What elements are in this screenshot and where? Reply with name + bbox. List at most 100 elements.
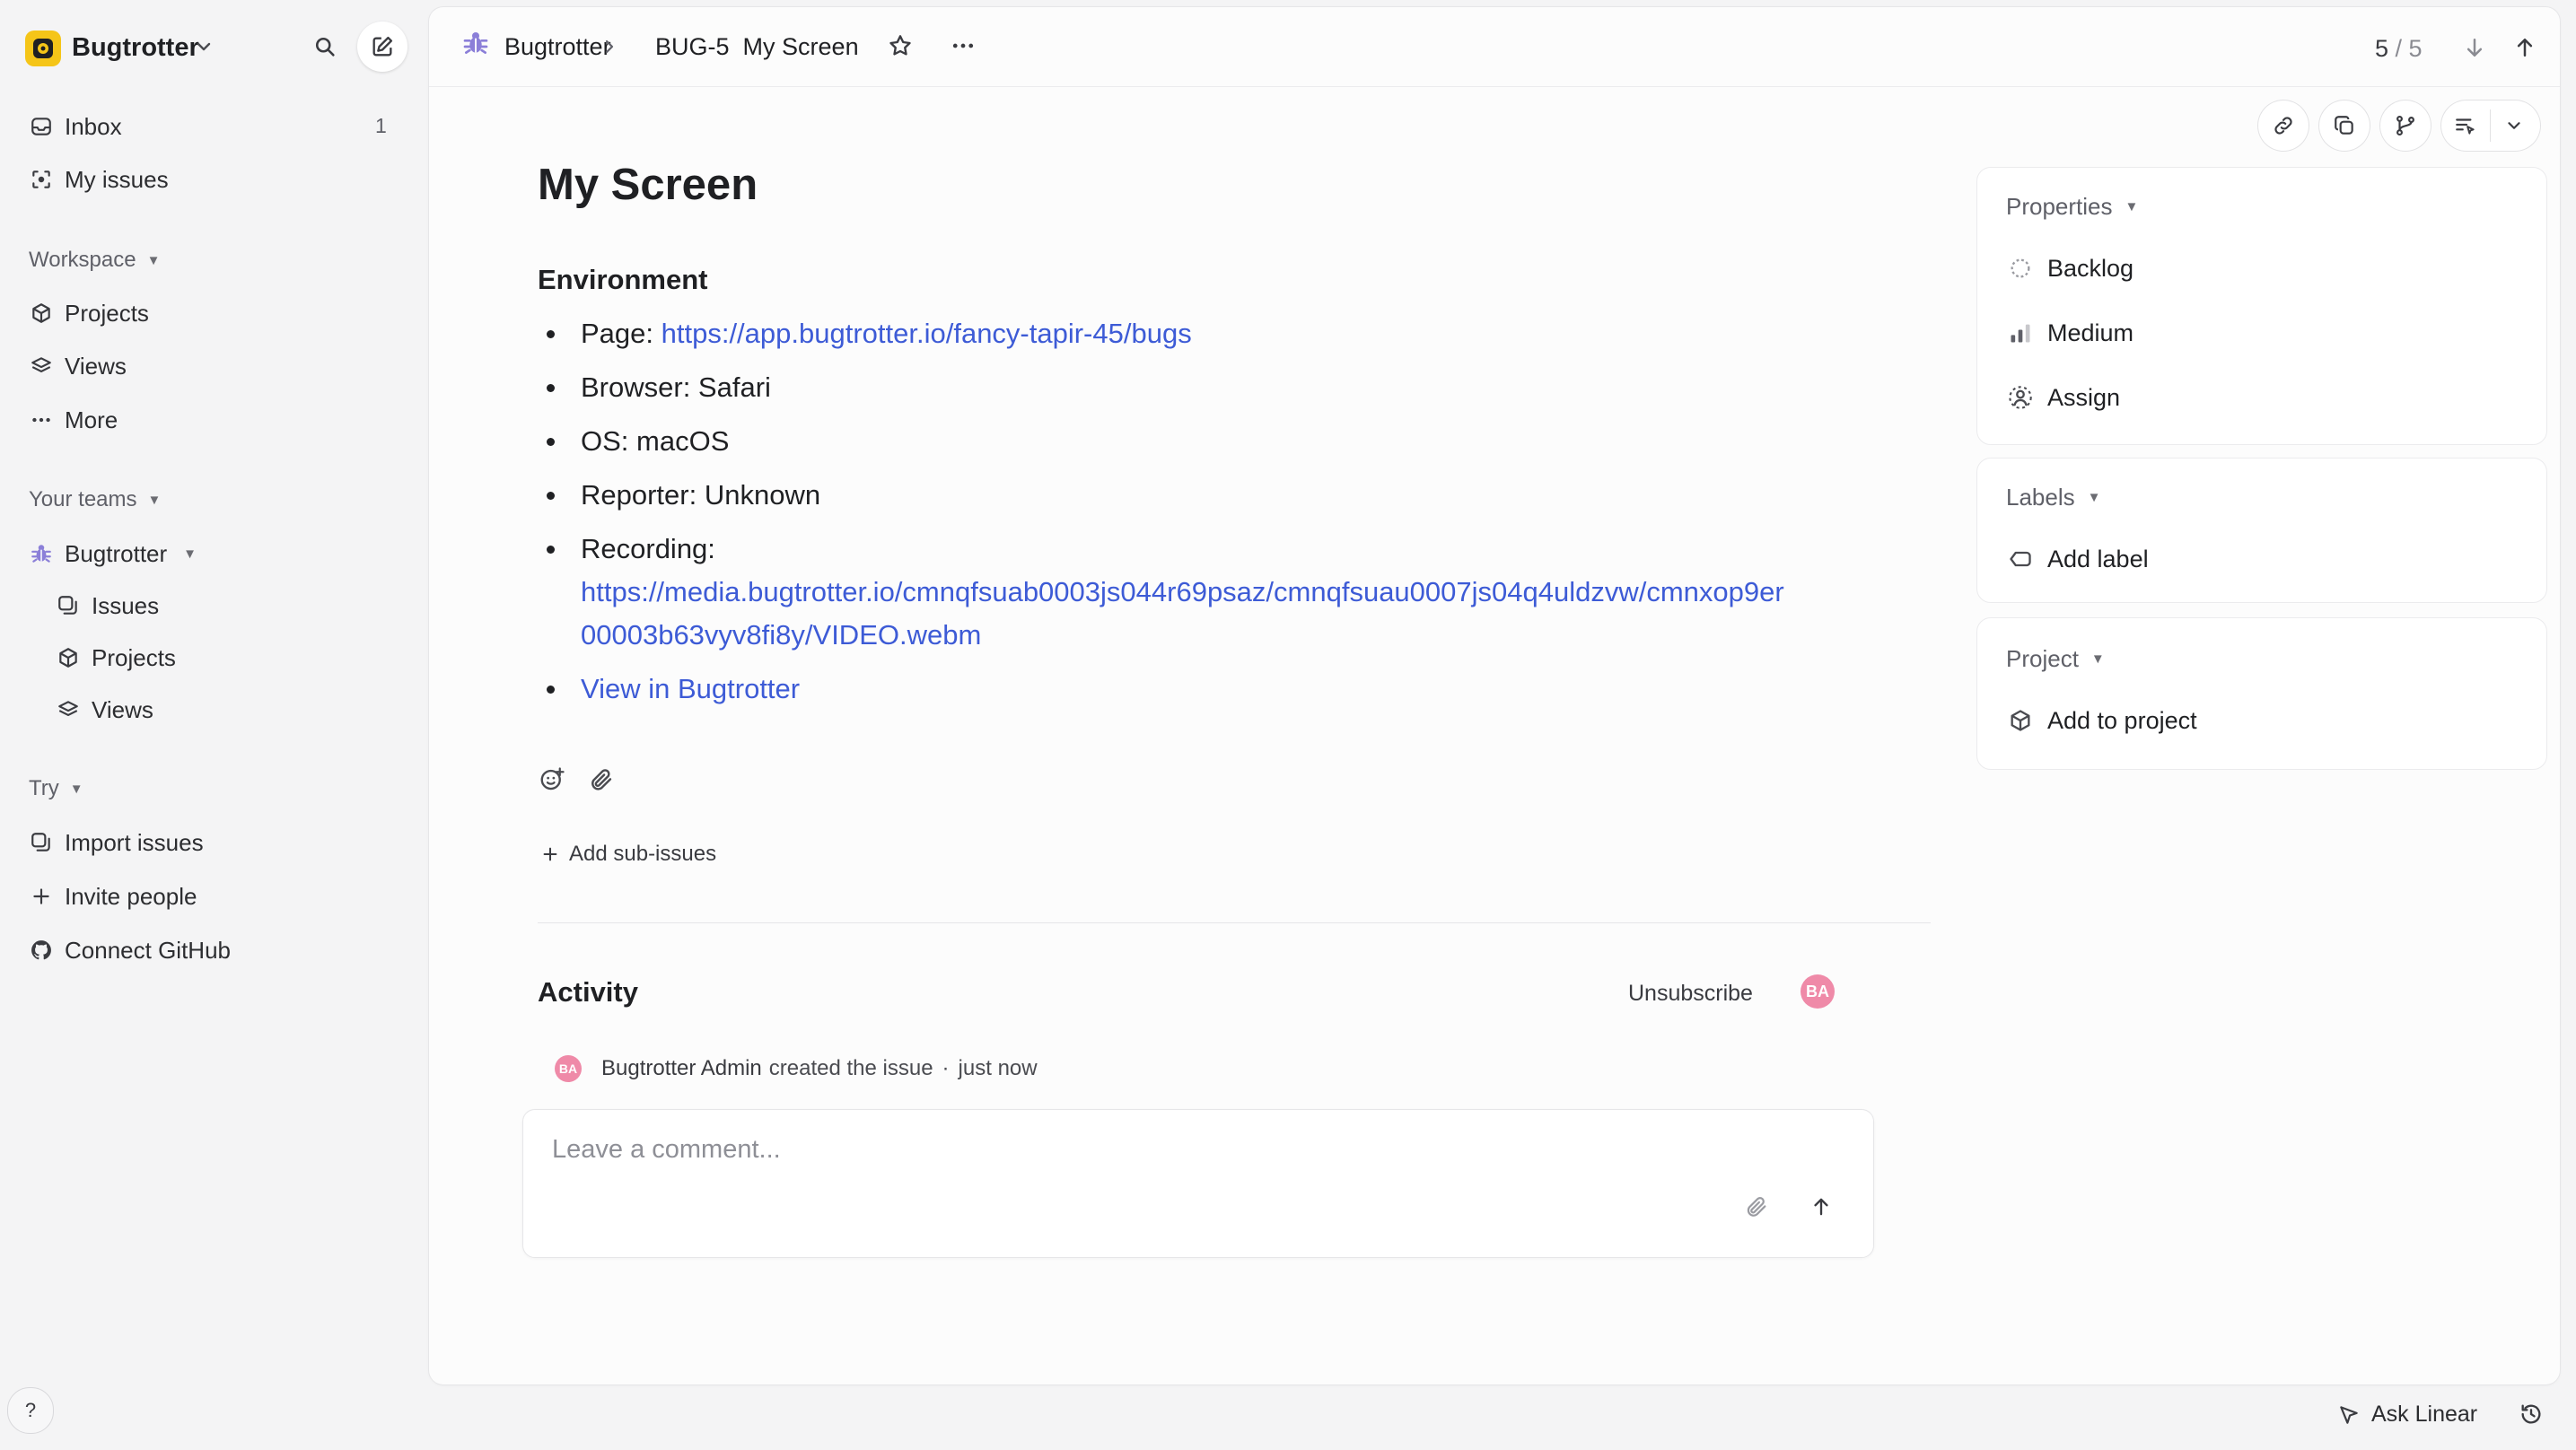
section-label: Your teams [29, 487, 137, 511]
backlog-status-icon [2006, 254, 2035, 283]
inbox-count-badge: 1 [375, 114, 387, 137]
attachment-icon[interactable] [588, 766, 615, 793]
page-label: Page: [581, 318, 662, 349]
labels-header[interactable]: Labels ▼ [2006, 484, 2100, 511]
recording-url-line: 00003b63vyv8fi8y/VIDEO.webm [581, 619, 982, 651]
ask-linear-button[interactable]: Ask Linear [2337, 1402, 2477, 1428]
bug-icon [461, 29, 490, 57]
sidebar-item-label: Views [65, 352, 127, 380]
workspace-logo-icon [33, 39, 53, 58]
subscribe-dropdown-button[interactable] [2441, 100, 2540, 151]
caret-down-icon: ▼ [69, 781, 83, 797]
project-card: Project ▼ Add to project [1976, 617, 2547, 770]
sidebar-item-label: Connect GitHub [65, 936, 231, 964]
issues-icon [56, 593, 81, 618]
link-icon [2274, 117, 2292, 135]
workspace-logo[interactable] [25, 31, 61, 66]
activity-action: created the issue [768, 1056, 933, 1080]
sidebar-item-inbox[interactable]: Inbox [29, 105, 122, 148]
comment-box[interactable]: Leave a comment... [522, 1109, 1874, 1258]
attachment-icon[interactable] [1744, 1194, 1769, 1219]
teams-section-header[interactable]: Your teams ▼ [29, 482, 161, 518]
github-icon [29, 938, 54, 963]
inbox-icon [29, 114, 54, 139]
subscriber-avatar[interactable]: BA [1801, 974, 1835, 1009]
add-label-label: Add label [2047, 545, 2149, 572]
sidebar-item-label: Projects [92, 643, 176, 671]
section-label: Workspace [29, 248, 136, 272]
sidebar-item-team-views[interactable]: Views [56, 688, 153, 731]
assignee-property[interactable]: Assign [2006, 383, 2120, 412]
issue-pager: 5 / 5 [2375, 35, 2423, 62]
sidebar: Bugtrotter Inbox 1 My issues Workspace ▼ … [0, 0, 429, 1450]
layers-icon [29, 354, 54, 379]
sidebar-item-label: Import issues [65, 828, 204, 856]
add-sub-issues-button[interactable]: Add sub-issues [540, 842, 716, 867]
more-options-icon[interactable] [950, 32, 977, 59]
activity-separator: · [942, 1056, 950, 1080]
sidebar-item-my-issues[interactable]: My issues [29, 158, 169, 201]
unsubscribe-button[interactable]: Unsubscribe [1628, 978, 1753, 1009]
sidebar-item-more[interactable]: More [29, 398, 118, 441]
sidebar-item-import-issues[interactable]: Import issues [29, 821, 204, 864]
activity-heading: Activity [538, 976, 638, 1008]
breadcrumb-team[interactable]: Bugtrotter [504, 29, 611, 65]
caret-down-icon: ▼ [2090, 651, 2105, 667]
recording-url-link[interactable]: https://media.bugtrotter.io/cmnqfsuab000… [581, 571, 1981, 657]
page-url-link[interactable]: https://app.bugtrotter.io/fancy-tapir-45… [662, 318, 1192, 349]
chevron-down-icon [2504, 116, 2524, 135]
sidebar-item-label: Invite people [65, 882, 197, 910]
sidebar-item-invite-people[interactable]: Invite people [29, 875, 197, 918]
new-issue-button[interactable] [357, 22, 407, 72]
try-section-header[interactable]: Try ▼ [29, 771, 83, 807]
list-item: Recording: https://media.bugtrotter.io/c… [547, 528, 1981, 657]
sidebar-item-views[interactable]: Views [29, 345, 127, 388]
properties-header[interactable]: Properties ▼ [2006, 193, 2138, 221]
submit-comment-icon[interactable] [1809, 1194, 1834, 1219]
assignee-value: Assign [2047, 383, 2121, 411]
workspace-name[interactable]: Bugtrotter [72, 30, 199, 66]
project-header[interactable]: Project ▼ [2006, 645, 2105, 673]
add-label-button[interactable]: Add label [2006, 545, 2149, 573]
star-icon[interactable] [887, 32, 914, 59]
environment-heading: Environment [538, 264, 708, 295]
caret-down-icon: ▼ [146, 252, 161, 268]
recording-label: Recording: [581, 533, 715, 564]
priority-property[interactable]: Medium [2006, 319, 2134, 347]
breadcrumb-issue[interactable]: BUG-5 My Screen [655, 29, 859, 65]
search-button[interactable] [300, 22, 350, 72]
sidebar-item-projects[interactable]: Projects [29, 292, 149, 335]
copy-link-button[interactable] [2258, 100, 2309, 151]
my-issues-icon [29, 167, 54, 192]
activity-author[interactable]: Bugtrotter Admin [601, 1056, 762, 1081]
next-issue-icon[interactable] [2461, 34, 2488, 61]
add-sub-issues-label: Add sub-issues [569, 842, 717, 866]
status-property[interactable]: Backlog [2006, 254, 2134, 283]
sidebar-item-team-projects[interactable]: Projects [56, 636, 176, 679]
caret-down-icon: ▼ [2125, 199, 2139, 214]
sidebar-item-team[interactable]: Bugtrotter ▼ [29, 532, 197, 575]
chevron-down-icon[interactable] [193, 36, 215, 57]
pager-current: 5 [2375, 35, 2389, 62]
history-icon[interactable] [2519, 1402, 2544, 1427]
compose-icon [372, 36, 393, 57]
sidebar-item-team-issues[interactable]: Issues [56, 584, 159, 627]
activity-time: just now [958, 1056, 1038, 1080]
comment-input[interactable]: Leave a comment... [552, 1135, 781, 1165]
previous-issue-icon[interactable] [2511, 34, 2538, 61]
cube-icon [2006, 706, 2035, 735]
cube-icon [56, 645, 81, 670]
plus-icon [540, 844, 560, 864]
list-item: OS: macOS [547, 420, 1981, 463]
sidebar-item-connect-github[interactable]: Connect GitHub [29, 929, 231, 972]
issue-title[interactable]: My Screen [538, 158, 758, 212]
copy-branch-button[interactable] [2380, 100, 2431, 151]
workspace-section-header[interactable]: Workspace ▼ [29, 242, 160, 278]
help-button[interactable]: ? [7, 1387, 54, 1434]
view-in-bugtrotter-link[interactable]: View in Bugtrotter [581, 673, 800, 704]
caret-down-icon: ▼ [147, 492, 162, 508]
copy-id-button[interactable] [2319, 100, 2370, 151]
ask-linear-label: Ask Linear [2371, 1402, 2478, 1427]
add-to-project-button[interactable]: Add to project [2006, 706, 2197, 735]
add-reaction-icon[interactable] [539, 766, 565, 793]
